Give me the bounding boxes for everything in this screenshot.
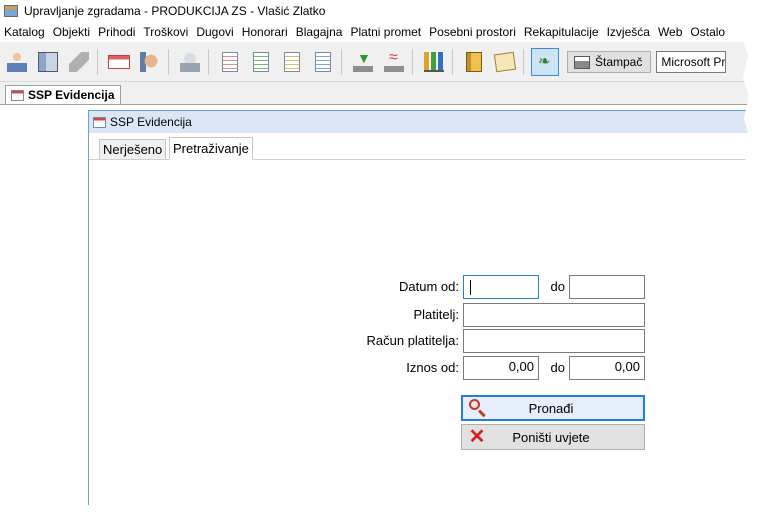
download-icon bbox=[353, 50, 373, 72]
toolbar-building-button[interactable] bbox=[34, 48, 62, 76]
toolbar-user-button[interactable] bbox=[3, 48, 31, 76]
notebook-icon bbox=[493, 51, 517, 73]
document-green-icon bbox=[253, 52, 269, 72]
amount-from-label: Iznos od: bbox=[406, 360, 459, 375]
user-icon bbox=[7, 52, 27, 72]
tab-label: SSP Evidencija bbox=[28, 88, 115, 102]
reset-button[interactable]: ✕ Poništi uvjete bbox=[461, 424, 645, 450]
toolbar-separator bbox=[168, 49, 169, 75]
toolbar: Štampač Microsoft Print to PDF bbox=[0, 43, 748, 82]
payer-input[interactable] bbox=[463, 303, 645, 327]
text-cursor bbox=[470, 280, 471, 295]
window-title: Upravljanje zgradama - PRODUKCIJA ZS - V… bbox=[24, 4, 326, 18]
toolbar-download-button[interactable] bbox=[349, 48, 377, 76]
menu-dugovi[interactable]: Dugovi bbox=[192, 25, 237, 39]
magnifier-icon bbox=[467, 398, 489, 418]
date-from-label: Datum od: bbox=[399, 279, 459, 294]
menu-ostalo[interactable]: Ostalo bbox=[686, 25, 729, 39]
printer-icon bbox=[574, 55, 590, 69]
date-to-input[interactable] bbox=[569, 275, 645, 299]
menu-bar: Katalog Objekti Prihodi Troškovi Dugovi … bbox=[0, 22, 748, 42]
toolbar-wireless-button[interactable] bbox=[380, 48, 408, 76]
toolbar-separator bbox=[208, 49, 209, 75]
menu-katalog[interactable]: Katalog bbox=[0, 25, 49, 39]
toolbar-cash-register-button[interactable] bbox=[176, 48, 204, 76]
payer-label: Platitelj: bbox=[413, 307, 459, 322]
search-form: Datum od: do Platitelj: Račun platitelja… bbox=[89, 111, 748, 505]
ssp-evidencija-window: SSP Evidencija Nerješeno Pretraživanje D… bbox=[88, 110, 748, 505]
form-icon bbox=[11, 89, 24, 101]
amount-from-input[interactable]: 0,00 bbox=[463, 356, 539, 380]
payer-account-label: Račun platitelja: bbox=[366, 333, 460, 348]
left-panel bbox=[0, 105, 88, 505]
toolbar-document-green-button[interactable] bbox=[247, 48, 275, 76]
toolbar-document-red-button[interactable] bbox=[216, 48, 244, 76]
toolbar-notebook-button[interactable] bbox=[491, 48, 519, 76]
date-to-label: do bbox=[550, 279, 565, 294]
date-from-input[interactable] bbox=[463, 275, 539, 299]
menu-blagajna[interactable]: Blagajna bbox=[292, 25, 347, 39]
page-margin-bottom bbox=[0, 505, 768, 522]
toolbar-separator bbox=[523, 49, 524, 75]
menu-troskovi[interactable]: Troškovi bbox=[139, 25, 192, 39]
leaf-icon bbox=[535, 52, 555, 72]
building-icon bbox=[38, 52, 58, 72]
toolbar-card-button[interactable] bbox=[105, 48, 133, 76]
toolbar-separator bbox=[97, 49, 98, 75]
workspace: SSP Evidencija Nerješeno Pretraživanje D… bbox=[0, 104, 748, 505]
application-window: Upravljanje zgradama - PRODUKCIJA ZS - V… bbox=[0, 0, 748, 505]
payer-account-input[interactable] bbox=[463, 329, 645, 353]
find-button-label: Pronađi bbox=[528, 400, 574, 416]
menu-posebni-prostori[interactable]: Posebni prostori bbox=[425, 25, 520, 39]
title-bar: Upravljanje zgradama - PRODUKCIJA ZS - V… bbox=[0, 0, 748, 22]
reset-button-label: Poništi uvjete bbox=[512, 429, 590, 445]
menu-rekapitulacije[interactable]: Rekapitulacije bbox=[520, 25, 603, 39]
bar-chart-icon bbox=[424, 52, 444, 72]
toolbar-separator bbox=[452, 49, 453, 75]
document-tab-strip: SSP Evidencija bbox=[0, 82, 748, 104]
menu-prihodi[interactable]: Prihodi bbox=[94, 25, 139, 39]
document-blue-icon bbox=[315, 52, 331, 72]
close-icon: ✕ bbox=[468, 426, 486, 448]
app-icon bbox=[4, 5, 18, 17]
print-button-label: Štampač bbox=[595, 55, 643, 69]
card-icon bbox=[108, 55, 130, 69]
toolbar-document-blue-button[interactable] bbox=[309, 48, 337, 76]
page-margin-right bbox=[748, 0, 768, 522]
toolbar-document-yellow-button[interactable] bbox=[278, 48, 306, 76]
print-button[interactable]: Štampač bbox=[567, 51, 652, 73]
menu-web[interactable]: Web bbox=[654, 25, 686, 39]
document-red-icon bbox=[222, 52, 238, 72]
printer-select[interactable]: Microsoft Print to PDF bbox=[656, 51, 727, 73]
toolbar-tag-button[interactable] bbox=[65, 48, 93, 76]
toolbar-hand-button[interactable] bbox=[136, 48, 164, 76]
binder-icon bbox=[466, 52, 482, 72]
hand-icon bbox=[140, 52, 160, 72]
toolbar-separator bbox=[412, 49, 413, 75]
menu-platni-promet[interactable]: Platni promet bbox=[346, 25, 425, 39]
cash-register-icon bbox=[180, 52, 200, 72]
wireless-icon bbox=[384, 49, 404, 72]
tag-icon bbox=[69, 52, 89, 72]
tab-ssp-evidencija[interactable]: SSP Evidencija bbox=[5, 85, 121, 104]
document-yellow-icon bbox=[284, 52, 300, 72]
menu-honorari[interactable]: Honorari bbox=[238, 25, 292, 39]
menu-objekti[interactable]: Objekti bbox=[49, 25, 94, 39]
amount-to-input[interactable]: 0,00 bbox=[569, 356, 645, 380]
amount-to-label: do bbox=[550, 360, 565, 375]
toolbar-separator bbox=[341, 49, 342, 75]
menu-izvjesca[interactable]: Izvješća bbox=[603, 25, 654, 39]
toolbar-leaf-toggle[interactable] bbox=[531, 48, 559, 76]
toolbar-chart-button[interactable] bbox=[420, 48, 448, 76]
find-button[interactable]: Pronađi bbox=[461, 395, 645, 421]
toolbar-binder-button[interactable] bbox=[460, 48, 488, 76]
